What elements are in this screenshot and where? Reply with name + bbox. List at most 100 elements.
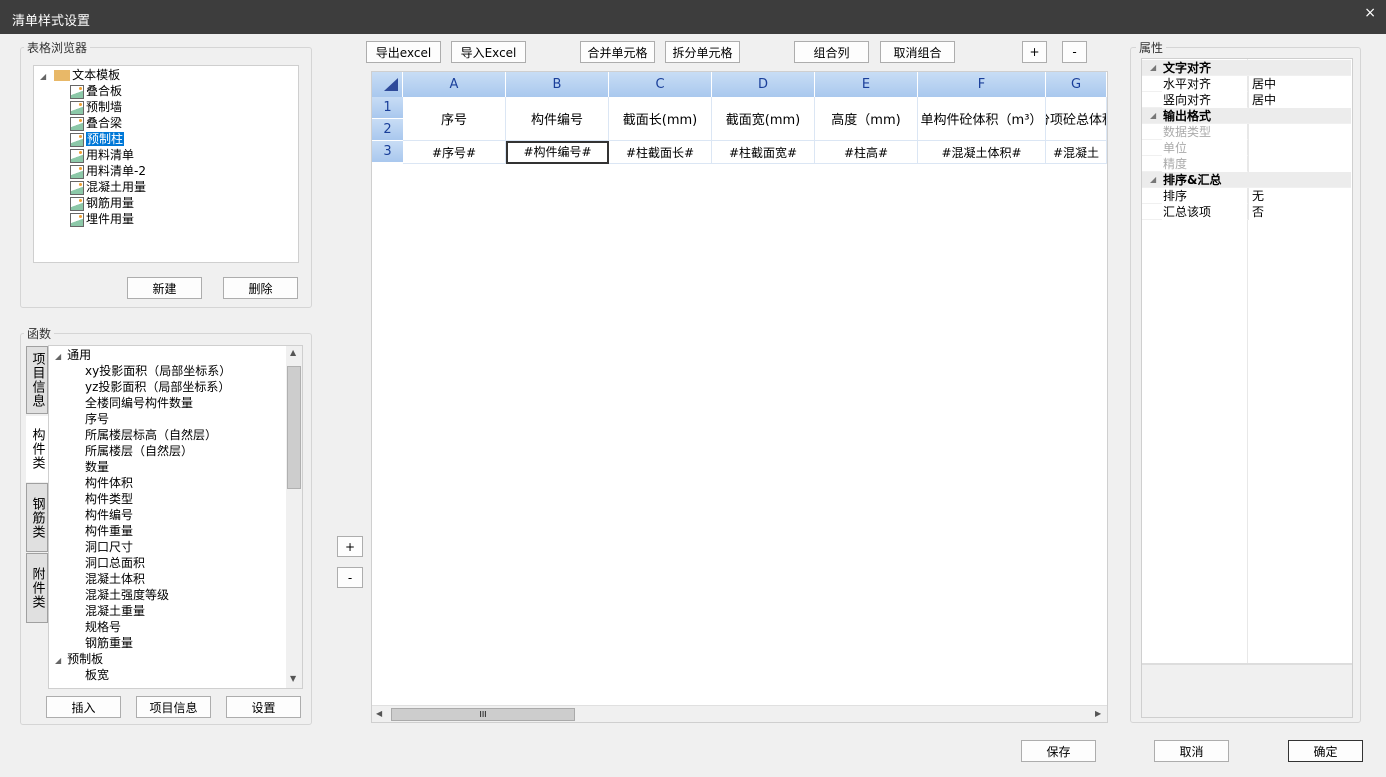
property-category[interactable]: ◢ 文字对齐 bbox=[1142, 60, 1351, 76]
header-cell[interactable]: 截面长(mm) bbox=[609, 97, 712, 141]
tree-item-template[interactable]: 预制柱 bbox=[70, 131, 125, 147]
property-category[interactable]: ◢ 排序&汇总 bbox=[1142, 172, 1351, 188]
function-item[interactable]: xy投影面积（局部坐标系） bbox=[85, 363, 231, 379]
tab-project-info[interactable]: 项目信息 bbox=[26, 346, 48, 414]
function-item[interactable]: 混凝土体积 bbox=[85, 571, 145, 587]
header-cell[interactable]: 构件编号 bbox=[506, 97, 609, 141]
property-row[interactable]: 竖向对齐 居中 bbox=[1142, 92, 1351, 108]
function-item[interactable]: 全楼同编号构件数量 bbox=[85, 395, 193, 411]
function-item[interactable]: 构件类型 bbox=[85, 491, 133, 507]
cancel-button[interactable]: 取消 bbox=[1154, 740, 1229, 762]
add-column-button[interactable]: + bbox=[1022, 41, 1047, 63]
data-cell[interactable]: #构件编号# bbox=[506, 141, 609, 164]
group-columns-button[interactable]: 组合列 bbox=[794, 41, 869, 63]
property-value[interactable] bbox=[1248, 140, 1351, 156]
property-row[interactable]: 水平对齐 居中 bbox=[1142, 76, 1351, 92]
function-item[interactable]: 所属楼层（自然层） bbox=[85, 443, 193, 459]
function-scrollbar[interactable]: ▲ ▼ bbox=[286, 346, 302, 688]
import-excel-button[interactable]: 导入Excel bbox=[451, 41, 526, 63]
collapse-icon[interactable]: ◢ bbox=[1150, 172, 1156, 188]
project-info-button[interactable]: 项目信息 bbox=[136, 696, 211, 718]
ungroup-button[interactable]: 取消组合 bbox=[880, 41, 955, 63]
function-item[interactable]: 数量 bbox=[85, 459, 109, 475]
function-item[interactable]: 序号 bbox=[85, 411, 109, 427]
close-icon[interactable]: × bbox=[1364, 5, 1376, 21]
column-header[interactable]: A bbox=[403, 72, 506, 97]
column-header[interactable]: G bbox=[1046, 72, 1107, 97]
function-item[interactable]: 构件编号 bbox=[85, 507, 133, 523]
property-value[interactable]: 否 bbox=[1248, 204, 1351, 220]
tree-item-template[interactable]: 用料清单-2 bbox=[70, 163, 146, 179]
remove-row-button[interactable]: - bbox=[337, 567, 363, 588]
function-item[interactable]: 洞口尺寸 bbox=[85, 539, 133, 555]
property-value[interactable]: 无 bbox=[1248, 188, 1351, 204]
tree-root[interactable]: ◢ 文本模板 bbox=[40, 67, 120, 83]
function-item[interactable]: 构件体积 bbox=[85, 475, 133, 491]
data-cell[interactable]: #序号# bbox=[403, 141, 506, 164]
property-row[interactable]: 汇总该项否 bbox=[1142, 204, 1351, 220]
column-header[interactable]: D bbox=[712, 72, 815, 97]
data-cell[interactable]: #柱高# bbox=[815, 141, 918, 164]
property-value[interactable]: 居中 bbox=[1248, 92, 1351, 108]
collapse-icon[interactable]: ◢ bbox=[40, 72, 46, 81]
h-scroll-thumb[interactable]: III bbox=[391, 708, 575, 721]
collapse-icon[interactable]: ◢ bbox=[1150, 60, 1156, 76]
collapse-icon[interactable]: ◢ bbox=[55, 352, 61, 361]
ok-button[interactable]: 确定 bbox=[1288, 740, 1363, 762]
function-item[interactable]: 混凝土强度等级 bbox=[85, 587, 169, 603]
column-header[interactable]: F bbox=[918, 72, 1046, 97]
function-item[interactable]: yz投影面积（局部坐标系） bbox=[85, 379, 230, 395]
function-item[interactable]: 规格号 bbox=[85, 619, 121, 635]
function-item[interactable]: 洞口总面积 bbox=[85, 555, 145, 571]
tree-item-template[interactable]: 预制墙 bbox=[70, 99, 122, 115]
spreadsheet-grid[interactable] bbox=[371, 71, 1108, 723]
header-cell[interactable]: 序号 bbox=[403, 97, 506, 141]
tab-component[interactable]: 构件类 bbox=[26, 416, 48, 482]
remove-column-button[interactable]: - bbox=[1062, 41, 1087, 63]
save-button[interactable]: 保存 bbox=[1021, 740, 1096, 762]
collapse-icon[interactable]: ◢ bbox=[55, 656, 61, 665]
column-header[interactable]: B bbox=[506, 72, 609, 97]
property-value[interactable] bbox=[1248, 124, 1351, 140]
data-cell[interactable]: #混凝土体积# bbox=[918, 141, 1046, 164]
function-item[interactable]: 混凝土重量 bbox=[85, 603, 145, 619]
function-item[interactable]: 板宽 bbox=[85, 667, 109, 683]
tree-item-template[interactable]: 埋件用量 bbox=[70, 211, 134, 227]
column-header[interactable]: E bbox=[815, 72, 918, 97]
property-row[interactable]: 单位 bbox=[1142, 140, 1351, 156]
scroll-left-icon[interactable]: ◀ bbox=[376, 709, 382, 718]
property-category[interactable]: ◢ 输出格式 bbox=[1142, 108, 1351, 124]
header-cell[interactable]: 分项砼总体积 bbox=[1046, 97, 1107, 141]
data-cell[interactable]: #混凝土 bbox=[1046, 141, 1107, 164]
insert-button[interactable]: 插入 bbox=[46, 696, 121, 718]
collapse-icon[interactable]: ◢ bbox=[1150, 108, 1156, 124]
function-item[interactable]: 所属楼层标高（自然层） bbox=[85, 427, 217, 443]
function-category[interactable]: ◢ 通用 bbox=[55, 347, 91, 363]
function-item[interactable]: 构件重量 bbox=[85, 523, 133, 539]
tree-item-template[interactable]: 用料清单 bbox=[70, 147, 134, 163]
header-cell[interactable]: 单构件砼体积（m³） bbox=[918, 97, 1046, 141]
function-item[interactable]: 钢筋重量 bbox=[85, 635, 133, 651]
property-row[interactable]: 数据类型 bbox=[1142, 124, 1351, 140]
scroll-right-icon[interactable]: ▶ bbox=[1095, 709, 1101, 718]
scroll-down-icon[interactable]: ▼ bbox=[290, 674, 296, 683]
merge-cells-button[interactable]: 合并单元格 bbox=[580, 41, 655, 63]
property-row[interactable]: 排序无 bbox=[1142, 188, 1351, 204]
tree-item-template[interactable]: 叠合梁 bbox=[70, 115, 122, 131]
function-category[interactable]: ◢ 预制板 bbox=[55, 651, 103, 667]
split-cells-button[interactable]: 拆分单元格 bbox=[665, 41, 740, 63]
tree-item-template[interactable]: 叠合板 bbox=[70, 83, 122, 99]
settings-button[interactable]: 设置 bbox=[226, 696, 301, 718]
data-cell[interactable]: #柱截面宽# bbox=[712, 141, 815, 164]
tree-item-template[interactable]: 钢筋用量 bbox=[70, 195, 134, 211]
data-cell[interactable]: #柱截面长# bbox=[609, 141, 712, 164]
scroll-up-icon[interactable]: ▲ bbox=[290, 348, 296, 357]
column-header[interactable]: C bbox=[609, 72, 712, 97]
row-header[interactable]: 1 bbox=[372, 97, 403, 119]
new-button[interactable]: 新建 bbox=[127, 277, 202, 299]
property-row[interactable]: 精度 bbox=[1142, 156, 1351, 172]
scroll-thumb[interactable] bbox=[287, 366, 301, 489]
add-row-button[interactable]: + bbox=[337, 536, 363, 557]
tree-item-template[interactable]: 混凝土用量 bbox=[70, 179, 146, 195]
export-excel-button[interactable]: 导出excel bbox=[366, 41, 441, 63]
